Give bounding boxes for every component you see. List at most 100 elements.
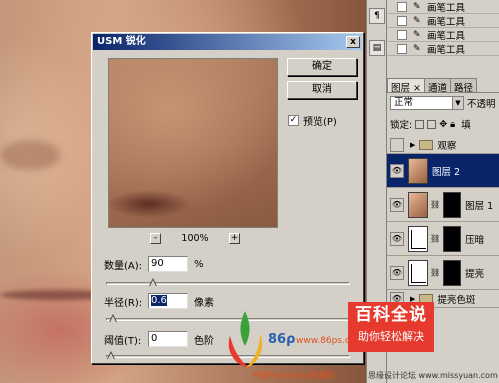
link-chain-icon: ⛓︎ xyxy=(430,200,441,209)
history-checkbox[interactable] xyxy=(397,1,407,12)
brush-icon: ✎ xyxy=(413,43,421,54)
amount-slider[interactable] xyxy=(106,278,350,286)
history-item[interactable]: ✎ 画笔工具 xyxy=(387,0,499,14)
history-item-label: 画笔工具 xyxy=(427,2,466,14)
threshold-row: 阈值(T): 0 色阶 xyxy=(104,331,214,347)
eye-icon[interactable]: 👁︎ xyxy=(390,231,404,246)
layer-row-group-observe[interactable]: ▶ 观察 xyxy=(387,136,499,154)
eye-icon[interactable]: 👁︎ xyxy=(390,197,404,212)
lock-pixels-icon[interactable] xyxy=(427,119,437,129)
cancel-button[interactable]: 取消 xyxy=(287,81,357,99)
history-item-label: 画笔工具 xyxy=(427,16,466,28)
lock-transparency-icon[interactable] xyxy=(415,119,425,129)
amount-label: 数量(A): xyxy=(104,260,143,272)
radius-unit: 像素 xyxy=(194,297,214,309)
history-checkbox[interactable] xyxy=(397,15,407,26)
watermark-cn-site: 中国Photoshop资源网 xyxy=(252,371,335,380)
history-item[interactable]: ✎ 画笔工具 xyxy=(387,14,499,28)
watermark-subtitle: 助你轻松解决 xyxy=(358,330,424,343)
close-button[interactable]: x xyxy=(346,36,360,48)
eye-icon[interactable]: 👁︎ xyxy=(390,265,404,280)
zoom-level: 100% xyxy=(181,232,209,244)
threshold-slider-thumb[interactable] xyxy=(107,351,115,360)
preview-checkbox[interactable]: ✓ xyxy=(288,115,299,126)
layer-mask-thumbnail[interactable] xyxy=(443,225,462,252)
nose-shadow xyxy=(0,140,60,170)
layer-mask-thumbnail[interactable] xyxy=(443,259,462,286)
ok-button[interactable]: 确定 xyxy=(287,58,357,76)
lock-all-icon[interactable]: 🔒︎ xyxy=(450,119,455,130)
watermark-86: 86ρ xyxy=(268,332,296,347)
amount-input[interactable]: 90 xyxy=(148,256,188,272)
blend-mode-select[interactable]: 正常 ▼ xyxy=(390,96,464,110)
radius-value: 0.6 xyxy=(151,295,167,306)
lock-label: 锁定: xyxy=(390,120,413,131)
chevron-down-icon[interactable]: ▼ xyxy=(452,97,463,109)
dialog-title-bar[interactable]: USM 锐化 x xyxy=(93,34,362,50)
radius-slider-thumb[interactable] xyxy=(109,314,117,323)
eye-icon[interactable]: 👁︎ xyxy=(390,163,404,178)
baike-watermark: 百科全说 助你轻松解决 xyxy=(348,302,434,352)
layer-name: 图层 1 xyxy=(465,200,494,212)
curves-adjustment-icon xyxy=(408,259,428,286)
link-chain-icon: ⛓︎ xyxy=(430,234,441,243)
layer-name: 提亮 xyxy=(465,268,485,280)
zoom-out-button[interactable]: - xyxy=(150,232,161,244)
curves-adjustment-icon xyxy=(408,225,428,252)
layer-row-layer1[interactable]: 👁︎ ⛓︎ 图层 1 xyxy=(387,188,499,222)
link-chain-icon: ⛓︎ xyxy=(430,268,441,277)
history-item-label: 画笔工具 xyxy=(427,30,466,42)
zoom-controls: - 100% + xyxy=(150,232,240,244)
brush-icon: ✎ xyxy=(413,15,421,26)
layer-row-darken[interactable]: 👁︎ ⛓︎ 压暗 xyxy=(387,222,499,256)
history-item-label: 画笔工具 xyxy=(427,44,466,56)
opacity-label: 不透明 xyxy=(467,99,496,110)
layer-thumbnail xyxy=(408,157,428,184)
tab-layers[interactable]: 图层 × xyxy=(387,78,425,94)
lock-row: 锁定: ✥ 🔒︎ 填 xyxy=(390,117,499,132)
expand-triangle-icon[interactable]: ▶ xyxy=(410,141,415,149)
watermark-missyuan: 思缘设计论坛 www.missyuan.com xyxy=(368,371,498,380)
blend-mode-value: 正常 xyxy=(394,97,414,108)
preview-option[interactable]: ✓ 预览(P) xyxy=(288,113,337,128)
amount-slider-thumb[interactable] xyxy=(149,278,157,287)
86ps-logo-icon xyxy=(228,311,263,368)
amount-unit: % xyxy=(194,258,204,270)
brush-icon: ✎ xyxy=(413,29,421,40)
brush-icon: ✎ xyxy=(413,1,421,12)
lock-position-icon[interactable]: ✥ xyxy=(439,119,447,130)
dialog-title: USM 锐化 xyxy=(97,36,146,47)
layer-name: 图层 2 xyxy=(432,166,461,178)
visibility-toggle[interactable] xyxy=(390,137,404,152)
layer-name: 提亮色斑 xyxy=(437,294,476,306)
radius-row: 半径(R): 0.6 像素 xyxy=(104,293,214,309)
paragraph-icon[interactable]: ¶ xyxy=(369,8,385,24)
palette-icon[interactable]: ▤ xyxy=(369,40,385,56)
radius-input[interactable]: 0.6 xyxy=(148,293,188,309)
history-item[interactable]: ✎ 画笔工具 xyxy=(387,28,499,42)
threshold-unit: 色阶 xyxy=(194,335,214,347)
panel-tabs: 图层 × 通道 路径 xyxy=(387,78,499,94)
layer-row-brighten[interactable]: 👁︎ ⛓︎ 提亮 xyxy=(387,256,499,290)
layer-mask-thumbnail[interactable] xyxy=(443,191,462,218)
history-checkbox[interactable] xyxy=(397,43,407,54)
tab-paths[interactable]: 路径 xyxy=(450,78,478,94)
preview-pane[interactable] xyxy=(108,58,278,228)
preview-checkbox-label: 预览(P) xyxy=(303,117,337,128)
threshold-label: 阈值(T): xyxy=(104,335,142,347)
layer-name: 压暗 xyxy=(465,234,485,246)
layer-row-layer2[interactable]: 👁︎ 图层 2 xyxy=(387,154,499,188)
threshold-input[interactable]: 0 xyxy=(148,331,188,347)
layer-name: 观察 xyxy=(437,140,457,152)
layer-thumbnail xyxy=(408,191,428,218)
history-checkbox[interactable] xyxy=(397,29,407,40)
fill-label: 填 xyxy=(461,120,471,131)
radius-label: 半径(R): xyxy=(104,297,143,309)
folder-icon xyxy=(419,139,434,150)
amount-row: 数量(A): 90 % xyxy=(104,256,204,272)
blend-row: 正常 ▼ 不透明 xyxy=(390,96,499,110)
history-item[interactable]: ✎ 画笔工具 xyxy=(387,42,499,56)
watermark-title: 百科全说 xyxy=(355,305,427,325)
tab-channels[interactable]: 通道 xyxy=(423,78,451,94)
zoom-in-button[interactable]: + xyxy=(228,232,240,244)
